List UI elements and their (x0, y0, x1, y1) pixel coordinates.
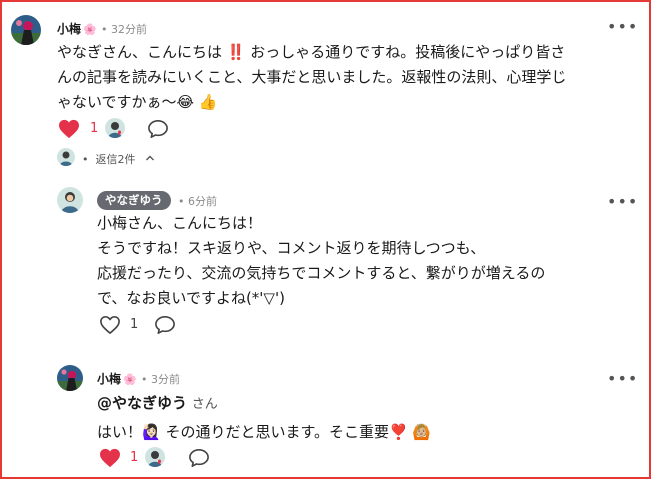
comment-line: そうですね！スキ返りや、コメント返りを期待しつつも、 (97, 239, 486, 257)
comment-line: で、なお良いですよね(*'▽') (97, 289, 285, 307)
koume-avatar-icon (57, 365, 83, 391)
comment-author-name[interactable]: 小梅 🌸 (97, 370, 137, 387)
yanagi-avatar-icon (57, 187, 83, 213)
mention-link[interactable]: @やなぎゆう (97, 394, 187, 412)
flower-emoji: 🌸 (83, 23, 97, 36)
comment-icon[interactable] (188, 448, 210, 468)
comment-timestamp: • 3分前 (141, 373, 180, 386)
like-count[interactable]: 1 (90, 121, 98, 136)
comment-line: やなぎさん、こんにちは ‼️ おっしゃる通りですね。投稿後にやっぱり皆さ (57, 43, 566, 61)
more-icon: ••• (607, 369, 639, 388)
comment-author-name[interactable]: 小梅 🌸 (57, 20, 97, 37)
liker-avatar-icon (105, 118, 125, 138)
comment-timestamp: • 32分前 (101, 23, 147, 36)
liker-avatar-icon (145, 447, 165, 467)
comment-body: やなぎさん、こんにちは ‼️ おっしゃる通りですね。投稿後にやっぱり皆さ んの記… (57, 40, 566, 115)
avatar-koume[interactable] (11, 15, 41, 45)
like-count[interactable]: 1 (130, 317, 138, 332)
mention-suffix: さん (191, 397, 218, 412)
heart-outline-icon[interactable] (99, 315, 121, 335)
comment-icon[interactable] (147, 119, 169, 139)
comment-line: はい！🙋🏻‍♀️ その通りだと思います。そこ重要❣️ 🙆🏼 (97, 423, 432, 441)
flower-emoji: 🌸 (123, 373, 137, 386)
comment-timestamp: • 6分前 (178, 195, 217, 208)
yanagi-avatar-icon (57, 148, 75, 166)
more-options-button[interactable]: ••• (607, 371, 638, 387)
heart-filled-icon[interactable] (58, 119, 80, 139)
comment-body: 小梅さん、こんにちは！ そうですね！スキ返りや、コメント返りを期待しつつも、 応… (97, 211, 545, 311)
comment-author-name[interactable]: やなぎゆう (97, 191, 171, 210)
more-options-button[interactable]: ••• (607, 194, 638, 210)
more-options-button[interactable]: ••• (607, 19, 638, 35)
replies-count: 返信2件 (95, 153, 136, 166)
comment-line: 応援だったり、交流の気持ちでコメントすると、繋がりが増えるの (97, 264, 546, 282)
comment-thread-panel: 小梅 🌸 • 32分前 ••• やなぎさん、こんにちは ‼️ おっしゃる通りですね… (0, 0, 651, 479)
liker-avatar[interactable] (105, 118, 125, 138)
comment-line: んの記事を読みにいくこと、大事だと思いました。返報性の法則、心理学じ (57, 68, 567, 86)
liker-avatar[interactable] (145, 447, 165, 467)
comment-line: ゃないですかぁ～😂 👍 (57, 93, 218, 111)
comment-body: @やなぎゆう さん はい！🙋🏻‍♀️ その通りだと思います。そこ重要❣️ 🙆🏼 (97, 391, 431, 445)
comment-icon[interactable] (154, 315, 176, 335)
reply-avatar-preview[interactable] (57, 148, 75, 166)
comment-line: 小梅さん、こんにちは！ (97, 214, 263, 232)
koume-avatar-icon (11, 15, 41, 45)
more-icon: ••• (607, 192, 639, 211)
avatar-yanagi[interactable] (57, 187, 83, 213)
like-count[interactable]: 1 (130, 450, 138, 465)
avatar-koume[interactable] (57, 365, 83, 391)
heart-filled-icon[interactable] (99, 448, 121, 468)
replies-toggle[interactable]: • 返信2件 (82, 151, 143, 167)
chevron-up-icon[interactable] (145, 154, 155, 162)
more-icon: ••• (607, 17, 639, 36)
comment-line: @やなぎゆう さん (97, 391, 431, 417)
